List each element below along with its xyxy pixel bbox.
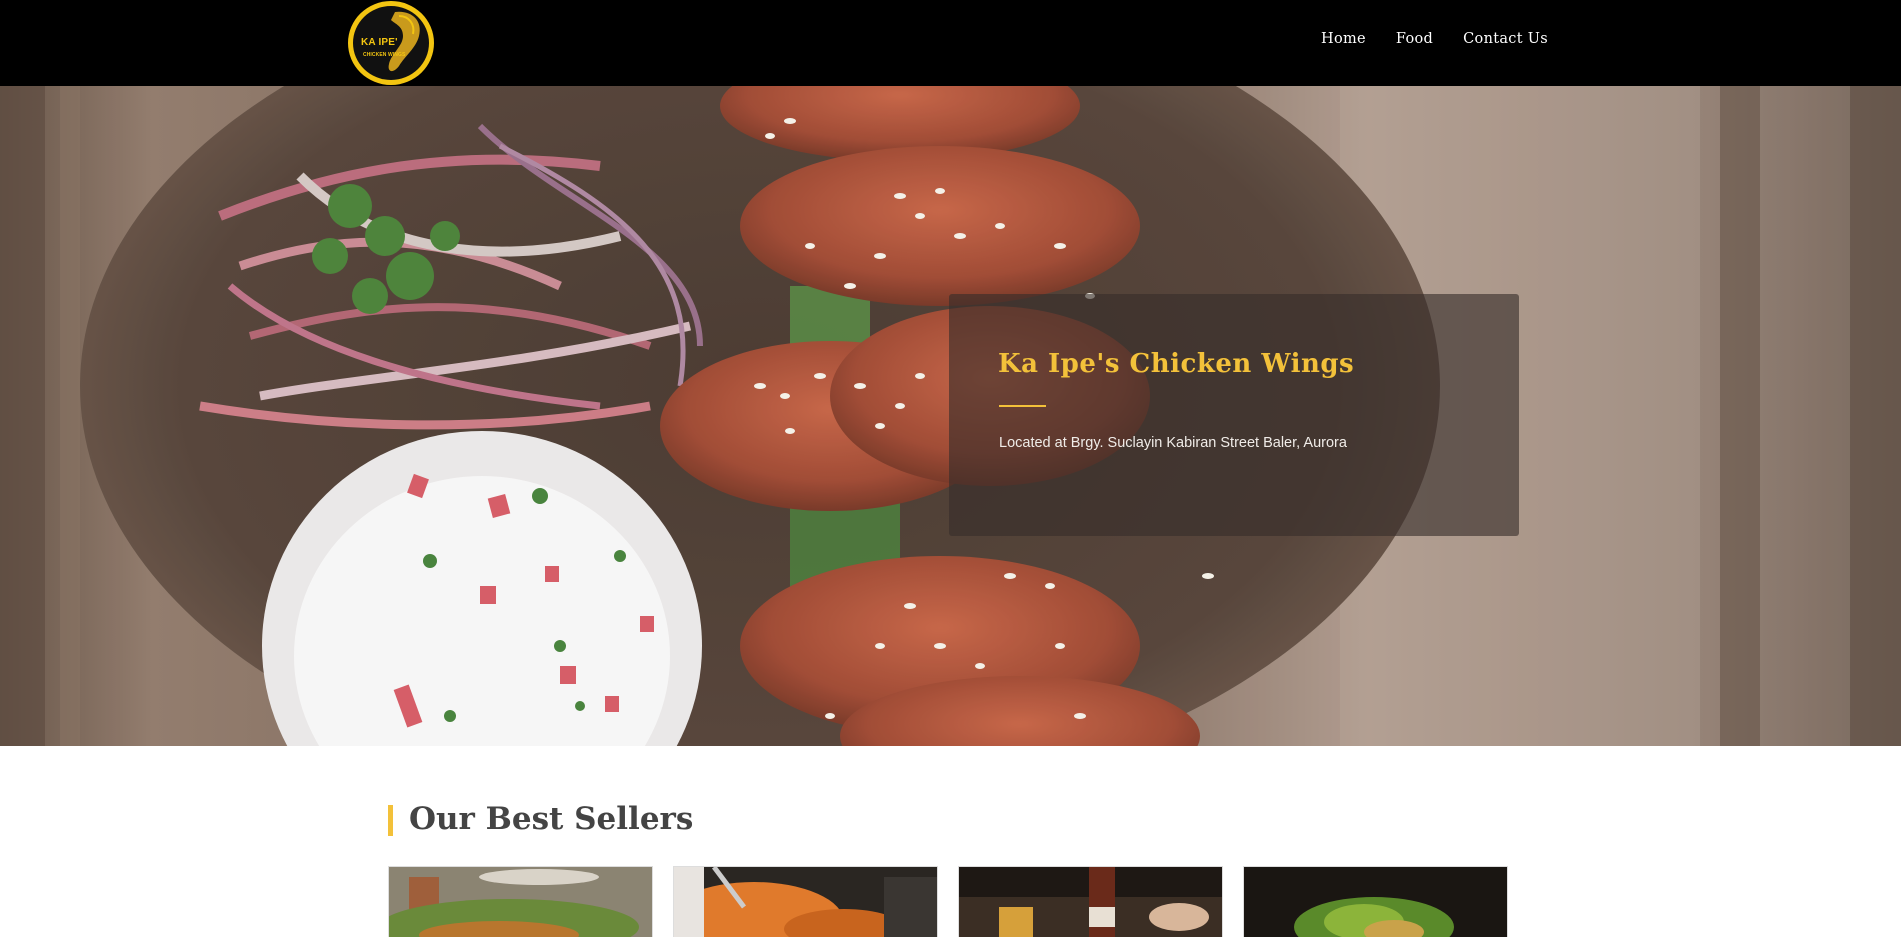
best-seller-card-1[interactable]	[388, 866, 653, 937]
logo-subtitle: CHICKEN WINGS	[363, 52, 406, 58]
logo-title: KA IPE'	[361, 37, 398, 48]
best-seller-card-4[interactable]	[1243, 866, 1508, 937]
nav-food-link[interactable]: Food	[1396, 31, 1433, 47]
hero-location-text: Located at Brgy. Suclayin Kabiran Street…	[999, 435, 1347, 451]
brand-logo[interactable]: KA IPE' CHICKEN WINGS	[348, 1, 434, 85]
best-seller-card-3[interactable]	[958, 866, 1223, 937]
nav-contact-link[interactable]: Contact Us	[1463, 31, 1548, 47]
fried-chicken-tongs-photo	[674, 867, 937, 937]
hero-info-card: Ka Ipe's Chicken Wings Located at Brgy. …	[949, 294, 1519, 536]
best-seller-card-2[interactable]	[673, 866, 938, 937]
salad-bowl-photo	[1244, 867, 1507, 937]
best-sellers-title: Our Best Sellers	[409, 801, 694, 837]
hero-banner: Ka Ipe's Chicken Wings Located at Brgy. …	[0, 86, 1901, 746]
nav-home-link[interactable]: Home	[1321, 31, 1366, 47]
section-accent-bar	[388, 805, 393, 836]
main-nav: Home Food Contact Us	[1321, 31, 1548, 47]
hero-title: Ka Ipe's Chicken Wings	[998, 349, 1355, 379]
fried-chicken-plate-photo	[389, 867, 652, 937]
top-navbar: KA IPE' CHICKEN WINGS Home Food Contact …	[0, 0, 1901, 86]
hero-divider	[999, 405, 1046, 407]
beer-bottle-photo	[959, 867, 1222, 937]
